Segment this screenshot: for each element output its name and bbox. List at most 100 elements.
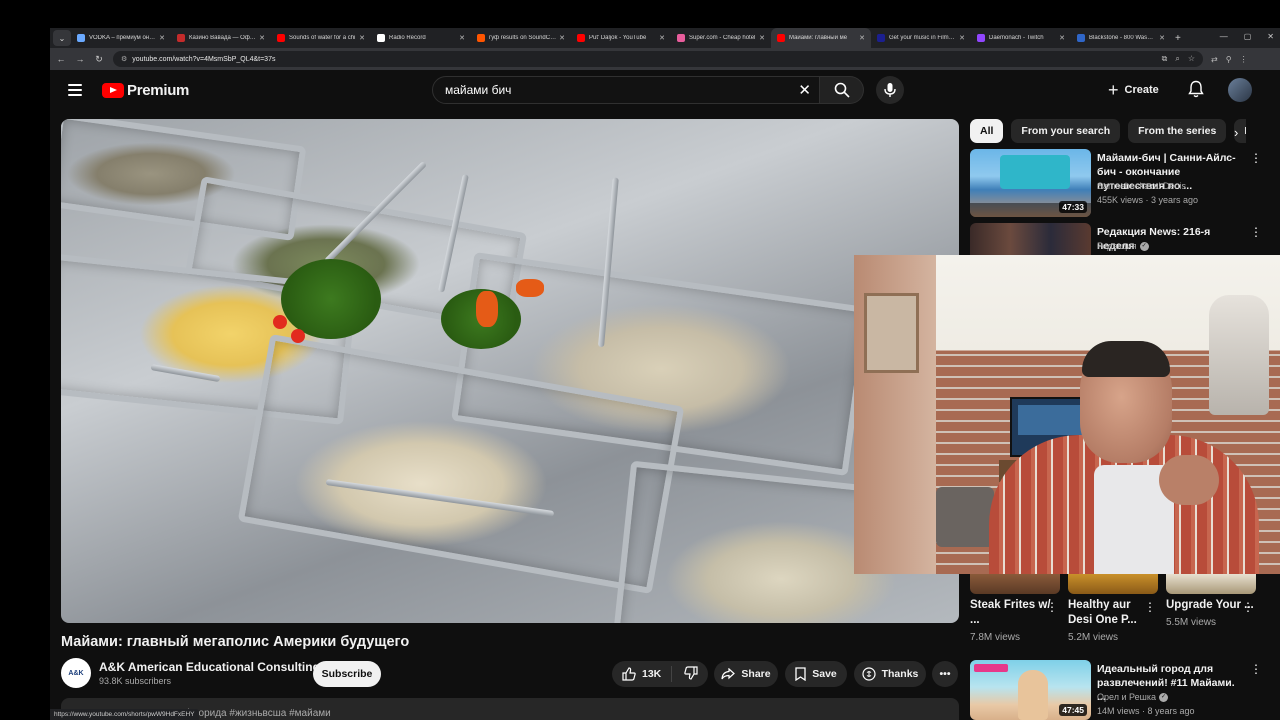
save-button[interactable]: Save xyxy=(785,661,847,687)
kebab-menu-icon[interactable]: ⋮ xyxy=(1046,600,1058,614)
browser-menu-icon[interactable]: ⋮ xyxy=(1240,55,1248,64)
clear-search-icon[interactable]: ✕ xyxy=(798,81,811,99)
share-label: Share xyxy=(741,668,771,680)
video-player[interactable] xyxy=(61,119,959,623)
recommendation-channel[interactable]: Редакция ✓ xyxy=(1097,241,1149,252)
microphone-icon xyxy=(884,83,896,97)
short-thumbnail[interactable] xyxy=(1068,574,1158,594)
browser-tab[interactable]: Radio Record ✕ xyxy=(371,28,471,48)
minimize-icon[interactable]: — xyxy=(1220,32,1228,41)
tab-title: Get your music in Films & xyxy=(889,35,957,41)
browser-tab[interactable]: Майами: главный ме ✕ xyxy=(771,28,871,48)
chevron-right-icon[interactable]: › xyxy=(1234,125,1238,140)
maximize-icon[interactable]: ▢ xyxy=(1244,32,1252,41)
video-thumbnail[interactable] xyxy=(970,223,1091,255)
tab-close-icon[interactable]: ✕ xyxy=(1159,34,1165,42)
video-thumbnail[interactable]: 47:33 xyxy=(970,149,1091,217)
reload-icon[interactable]: ↻ xyxy=(91,54,107,65)
tomato-garnish xyxy=(291,329,305,343)
subscribe-button[interactable]: Subscribe xyxy=(313,661,381,687)
filter-chip[interactable]: From your search xyxy=(1011,119,1121,143)
extension-icon[interactable]: ⇄ xyxy=(1211,55,1218,64)
filter-chip[interactable]: From the series xyxy=(1128,119,1227,143)
tab-title: Майами: главный ме xyxy=(789,35,848,41)
open-in-app-icon[interactable]: ⧉ xyxy=(1162,54,1168,64)
recommendation-meta: 455K views · 3 years ago xyxy=(1097,195,1199,205)
recommendation-channel[interactable]: Орел и Решка ✓ xyxy=(1097,692,1168,703)
share-button[interactable]: Share xyxy=(714,661,778,687)
search-input[interactable]: майами бич ✕ xyxy=(432,76,820,104)
tab-close-icon[interactable]: ✕ xyxy=(259,34,265,42)
short-thumbnail[interactable] xyxy=(1166,574,1256,594)
logo-text: Premium xyxy=(127,81,190,99)
kebab-menu-icon[interactable]: ⋮ xyxy=(1242,600,1254,614)
video-thumbnail[interactable]: 47:45 xyxy=(970,660,1091,720)
tab-close-icon[interactable]: ✕ xyxy=(359,34,365,42)
recommendation-channel[interactable]: Samsebeskazal Denis xyxy=(1097,181,1186,191)
channel-name[interactable]: A&K American Educational Consulting xyxy=(99,660,320,674)
tab-strip: ⌄ VODKA – премиум онлай ✕ Казино Вавада — … xyxy=(50,28,1280,48)
dislike-button[interactable] xyxy=(672,665,698,683)
recommendation-item[interactable]: 47:33 Майами-бич | Санни-Айлс-бич - окон… xyxy=(970,149,1262,219)
browser-tab[interactable]: Get your music in Films & ✕ xyxy=(871,28,971,48)
kebab-menu-icon[interactable]: ⋮ xyxy=(1144,600,1156,614)
browser-tab[interactable]: Sounds of water for a chi ✕ xyxy=(271,28,371,48)
webcam-lamp xyxy=(1209,295,1269,415)
short-item[interactable]: Healthy aur Desi One P... 5.2M views ⋮ xyxy=(1068,574,1158,643)
youtube-logo[interactable]: Premium xyxy=(102,82,189,99)
address-bar[interactable]: ⚙ youtube.com/watch?v=4MsmSbP_QL4&t=37s … xyxy=(113,51,1203,67)
back-icon[interactable]: ← xyxy=(53,54,69,64)
tab-close-icon[interactable]: ✕ xyxy=(459,34,465,42)
extension-pin-icon[interactable]: ⚲ xyxy=(1226,55,1232,64)
bookmark-star-icon[interactable]: ☆ xyxy=(1188,54,1195,64)
voice-search-button[interactable] xyxy=(876,76,904,104)
recommendation-item[interactable]: 47:45 Идеальный город для развлечений! #… xyxy=(970,660,1262,720)
zoom-icon[interactable]: ⌕ xyxy=(1175,54,1179,64)
search-button[interactable] xyxy=(820,76,864,104)
tab-close-icon[interactable]: ✕ xyxy=(659,34,665,42)
short-item[interactable]: Steak Frites w/ ... 7.8M views ⋮ xyxy=(970,574,1060,643)
recommendation-item[interactable]: Редакция News: 216-я неделя Редакция ✓ ⋮ xyxy=(970,223,1262,255)
site-info-icon[interactable]: ⚙ xyxy=(121,55,127,63)
close-window-icon[interactable]: ✕ xyxy=(1267,32,1274,41)
video-duration: 47:33 xyxy=(1059,201,1087,213)
kebab-menu-icon[interactable]: ⋮ xyxy=(1250,225,1262,239)
tomato-garnish xyxy=(273,315,287,329)
browser-tab[interactable]: Blackstone - 800 Washing ✕ xyxy=(1071,28,1171,48)
short-thumbnail[interactable] xyxy=(970,574,1060,594)
tab-close-icon[interactable]: ✕ xyxy=(759,34,765,42)
browser-tab[interactable]: Daemonach - Twitch ✕ xyxy=(971,28,1071,48)
notifications-button[interactable] xyxy=(1188,80,1204,103)
tab-favicon-icon xyxy=(777,34,785,42)
create-button[interactable]: + Create xyxy=(1108,77,1159,103)
short-item[interactable]: Upgrade Your ... 5.5M views ⋮ xyxy=(1166,574,1256,628)
browser-tab[interactable]: Super.com - Cheap hotel ✕ xyxy=(671,28,771,48)
channel-avatar[interactable]: A&K xyxy=(61,658,91,688)
kebab-menu-icon[interactable]: ⋮ xyxy=(1250,662,1262,676)
tab-close-icon[interactable]: ✕ xyxy=(959,34,965,42)
forward-icon[interactable]: → xyxy=(72,54,88,64)
description-hashtags[interactable]: #флорида #жизньвсша #майами xyxy=(179,708,331,719)
screen-top-border xyxy=(0,0,1280,28)
new-tab-button[interactable]: + xyxy=(1175,33,1181,44)
menu-icon[interactable] xyxy=(68,84,82,96)
kebab-menu-icon[interactable]: ⋮ xyxy=(1250,151,1262,165)
browser-tab[interactable]: Put' Daljok - YouTube ✕ xyxy=(571,28,671,48)
browser-tab[interactable]: VODKA – премиум онлай ✕ xyxy=(71,28,171,48)
more-actions-button[interactable]: ••• xyxy=(932,661,958,687)
filter-chip[interactable]: All xyxy=(970,119,1004,143)
tab-close-icon[interactable]: ✕ xyxy=(159,34,165,42)
tab-favicon-icon xyxy=(877,34,885,42)
like-button[interactable]: 13K xyxy=(612,666,673,682)
browser-tab[interactable]: Казино Вавада — Офиц ✕ xyxy=(171,28,271,48)
account-avatar[interactable] xyxy=(1228,78,1252,102)
verified-icon: ✓ xyxy=(1158,693,1168,703)
tab-search-button[interactable]: ⌄ xyxy=(53,30,71,46)
tab-close-icon[interactable]: ✕ xyxy=(859,34,865,42)
browser-tab[interactable]: гуф results on SoundClou ✕ xyxy=(471,28,571,48)
webcam-painting xyxy=(864,293,919,373)
tab-favicon-icon xyxy=(277,34,285,42)
thanks-button[interactable]: Thanks xyxy=(854,661,926,687)
tab-close-icon[interactable]: ✕ xyxy=(1059,34,1065,42)
tab-close-icon[interactable]: ✕ xyxy=(559,34,565,42)
